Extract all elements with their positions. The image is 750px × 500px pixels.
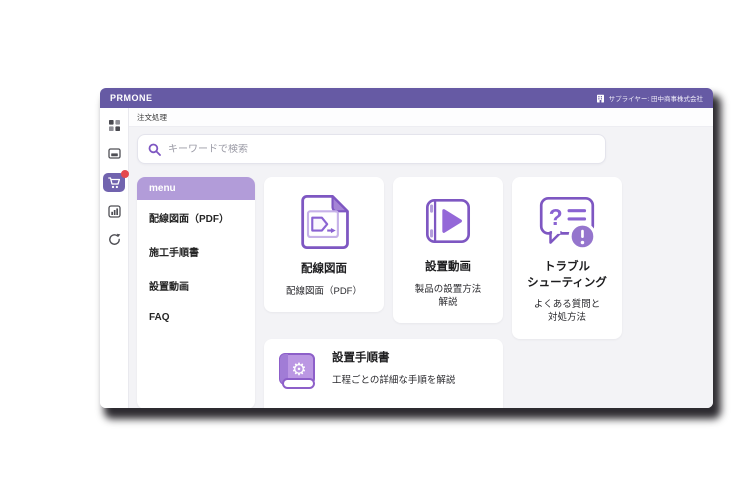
desktop-background: PRMONE サプライヤー: 田中商事株式会社 bbox=[0, 0, 750, 500]
supplier-label: サプライヤー: 田中商事株式会社 bbox=[609, 93, 703, 103]
menu-item-wiring-pdf[interactable]: 配線図面（PDF） bbox=[137, 200, 255, 234]
menu-item-construction-manual[interactable]: 施工手順書 bbox=[137, 234, 255, 268]
card-title: 設置手順書 bbox=[332, 351, 455, 367]
card-title: 配線図面 bbox=[270, 262, 378, 278]
wide-card-text: 設置手順書 工程ごとの詳細な手順を解説 bbox=[332, 351, 455, 387]
sidebar-chart-button[interactable] bbox=[104, 203, 124, 220]
card-subtitle: 製品の設置方法 解説 bbox=[399, 283, 497, 310]
sidebar-cart-button[interactable] bbox=[103, 173, 125, 192]
search-input[interactable] bbox=[168, 144, 595, 155]
bar-chart-icon bbox=[108, 205, 121, 218]
supplier-chip[interactable]: サプライヤー: 田中商事株式会社 bbox=[596, 93, 703, 103]
sidebar-history-button[interactable] bbox=[104, 231, 124, 248]
app-header: PRMONE サプライヤー: 田中商事株式会社 bbox=[100, 88, 713, 108]
tab-order-processing[interactable]: 注文処理 bbox=[137, 112, 167, 123]
wiring-diagram-document-icon bbox=[292, 190, 356, 254]
card-installation-video[interactable]: 設置動画 製品の設置方法 解説 bbox=[393, 177, 503, 323]
svg-text:⚙: ⚙ bbox=[291, 360, 306, 380]
troubleshooting-chat-icon: ? bbox=[534, 190, 600, 252]
menu-item-faq[interactable]: FAQ bbox=[137, 302, 255, 332]
menu-item-installation-video[interactable]: 設置動画 bbox=[137, 268, 255, 302]
search-bar bbox=[137, 134, 606, 164]
video-play-book-icon bbox=[417, 190, 479, 252]
dashboard-grid-icon bbox=[108, 119, 121, 132]
card-wiring-diagram[interactable]: 配線図面 配線図面（PDF） bbox=[264, 177, 384, 312]
app-title: PRMONE bbox=[110, 93, 153, 103]
history-icon bbox=[108, 233, 121, 246]
building-icon bbox=[596, 94, 605, 103]
cart-icon bbox=[108, 177, 121, 189]
card-subtitle: 配線図面（PDF） bbox=[270, 285, 378, 298]
inbox-icon bbox=[108, 147, 121, 160]
content-area: menu 配線図面（PDF） 施工手順書 設置動画 FAQ bbox=[129, 127, 713, 408]
app-window: PRMONE サプライヤー: 田中商事株式会社 bbox=[100, 88, 713, 408]
card-title: 設置動画 bbox=[399, 260, 497, 276]
card-troubleshooting[interactable]: ? トラブル シューティング よくある質問と 対処方法 bbox=[512, 177, 622, 339]
menu-panel: menu 配線図面（PDF） 施工手順書 設置動画 FAQ bbox=[137, 177, 255, 408]
search-icon bbox=[148, 143, 161, 156]
card-title: トラブル シューティング bbox=[518, 260, 616, 291]
card-installation-manual[interactable]: ⚙ 設置手順書 工程ごとの詳細な手順を解説 bbox=[264, 339, 503, 408]
svg-text:?: ? bbox=[549, 204, 563, 230]
card-subtitle: 工程ごとの詳細な手順を解説 bbox=[332, 374, 455, 387]
manual-book-gear-icon: ⚙ bbox=[276, 351, 320, 393]
card-subtitle: よくある質問と 対処方法 bbox=[518, 298, 616, 325]
cart-badge bbox=[121, 170, 129, 178]
sidebar-iconbar bbox=[100, 108, 129, 408]
menu-header: menu bbox=[137, 177, 255, 200]
sidebar-dashboard-button[interactable] bbox=[104, 117, 124, 134]
tab-bar: 注文処理 bbox=[129, 108, 713, 127]
sidebar-inbox-button[interactable] bbox=[104, 145, 124, 162]
